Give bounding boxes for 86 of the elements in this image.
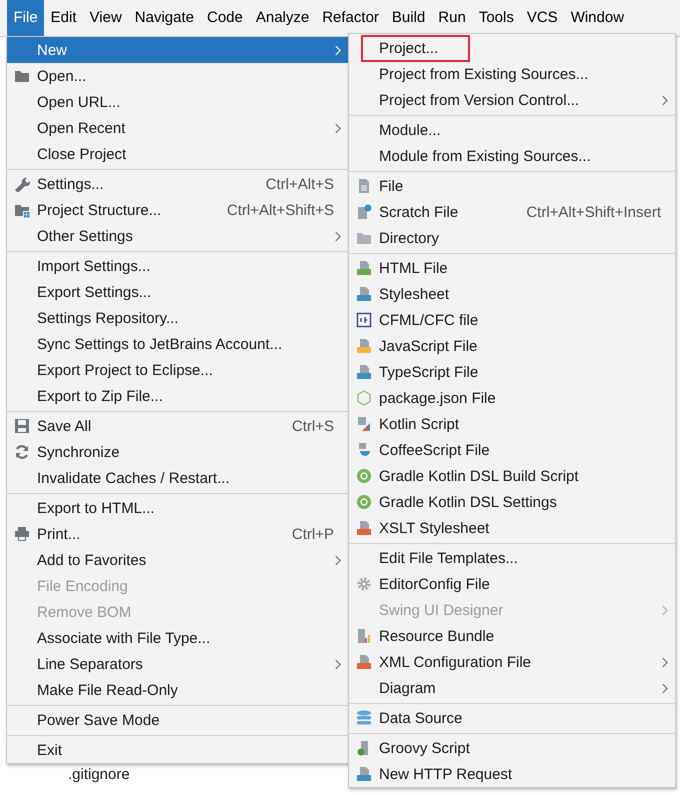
folder-grid-icon — [14, 202, 30, 218]
menu-bar-item[interactable]: Navigate — [128, 0, 200, 36]
menu-item[interactable]: Other Settings — [7, 223, 348, 249]
menu-item[interactable]: Settings Repository... — [7, 305, 348, 331]
bar-chart-file-icon — [356, 628, 372, 644]
file-type-icon — [356, 338, 372, 354]
menu-item[interactable]: Resource Bundle — [349, 623, 675, 649]
menu-item[interactable]: Make File Read-Only — [7, 677, 348, 703]
menu-item[interactable]: Synchronize — [7, 439, 348, 465]
folder-icon — [356, 230, 372, 246]
file-type-icon — [356, 766, 372, 782]
sync-icon — [14, 444, 30, 460]
menu-item[interactable]: New — [7, 37, 348, 63]
file-type-icon — [356, 520, 372, 536]
menu-item[interactable]: Gradle Kotlin DSL Settings — [349, 489, 675, 515]
menu-item[interactable]: New HTTP Request — [349, 761, 675, 787]
menu-item[interactable]: Project from Version Control... — [349, 87, 675, 113]
menu-bar-item[interactable]: Analyze — [249, 0, 316, 36]
menu-item[interactable]: Sync Settings to JetBrains Account... — [7, 331, 348, 357]
menu-item[interactable]: TypeScript File — [349, 359, 675, 385]
menu-item[interactable]: Export to HTML... — [7, 495, 348, 521]
menu-item[interactable]: File — [349, 173, 675, 199]
menu-item[interactable]: Project from Existing Sources... — [349, 61, 675, 87]
scratch-file-icon — [356, 204, 372, 220]
file-type-icon — [356, 260, 372, 276]
menu-item[interactable]: CFML/CFC file — [349, 307, 675, 333]
menu-item[interactable]: Export to Zip File... — [7, 383, 348, 409]
menu-item[interactable]: Export Project to Eclipse... — [7, 357, 348, 383]
menu-bar-item[interactable]: Refactor — [316, 0, 386, 36]
menu-item[interactable]: JavaScript File — [349, 333, 675, 359]
menu-item[interactable]: Line Separators — [7, 651, 348, 677]
menu-item[interactable]: Export Settings... — [7, 279, 348, 305]
menu-item[interactable]: Diagram — [349, 675, 675, 701]
menu-item[interactable]: Project... — [349, 35, 675, 61]
circle-logo-icon — [356, 494, 372, 510]
file-type-icon — [356, 364, 372, 380]
menu-item[interactable]: Data Source — [349, 705, 675, 731]
menu-item[interactable]: Open URL... — [7, 89, 348, 115]
menu-item[interactable]: CoffeeScript File — [349, 437, 675, 463]
menu-item[interactable]: Open... — [7, 63, 348, 89]
hexagon-icon — [356, 390, 372, 406]
circle-logo-icon — [356, 468, 372, 484]
wrench-icon — [14, 176, 30, 192]
menu-item[interactable]: Save All Ctrl+S — [7, 413, 348, 439]
menu-item[interactable]: XSLT Stylesheet — [349, 515, 675, 541]
menu-item[interactable]: Kotlin Script — [349, 411, 675, 437]
menu-item[interactable]: Scratch File Ctrl+Alt+Shift+Insert — [349, 199, 675, 225]
menu-item[interactable]: Print... Ctrl+P — [7, 521, 348, 547]
menu-item[interactable]: Power Save Mode — [7, 707, 348, 733]
menu-item[interactable]: Open Recent — [7, 115, 348, 141]
menu-item[interactable]: Directory — [349, 225, 675, 251]
menu-item[interactable]: Groovy Script — [349, 735, 675, 761]
menu-item[interactable]: Module from Existing Sources... — [349, 143, 675, 169]
menu-bar-item[interactable]: Window — [564, 0, 631, 36]
folder-icon — [14, 68, 30, 84]
file-type-icon — [356, 654, 372, 670]
database-icon — [356, 710, 372, 726]
menu-bar-item[interactable]: Build — [385, 0, 432, 36]
menu-bar-item[interactable]: VCS — [520, 0, 564, 36]
menu-item[interactable]: Settings... Ctrl+Alt+S — [7, 171, 348, 197]
menu-item[interactable]: Invalidate Caches / Restart... — [7, 465, 348, 491]
menu-bar-item[interactable]: File — [7, 0, 44, 36]
menu-item[interactable]: XML Configuration File — [349, 649, 675, 675]
menu-item[interactable]: Stylesheet — [349, 281, 675, 307]
menu-item[interactable]: Associate with File Type... — [7, 625, 348, 651]
menu-bar-item[interactable]: Run — [432, 0, 472, 36]
menu-item[interactable]: HTML File — [349, 255, 675, 281]
menu-item[interactable]: Project Structure... Ctrl+Alt+Shift+S — [7, 197, 348, 223]
tree-file-name: .gitignore — [68, 766, 130, 783]
menu-item[interactable]: Exit — [7, 737, 348, 763]
file-icon — [356, 178, 372, 194]
gear-icon — [356, 576, 372, 592]
menu-item[interactable]: EditorConfig File — [349, 571, 675, 597]
menu-item[interactable]: Close Project — [7, 141, 348, 167]
menu-item[interactable]: Module... — [349, 117, 675, 143]
menu-bar-item[interactable]: Edit — [44, 0, 84, 36]
printer-icon — [14, 526, 30, 542]
menu-item[interactable]: Edit File Templates... — [349, 545, 675, 571]
menu-item[interactable]: package.json File — [349, 385, 675, 411]
menu-item[interactable]: Import Settings... — [7, 253, 348, 279]
menu-bar-item[interactable]: Code — [200, 0, 250, 36]
menu-bar-item[interactable]: Tools — [472, 0, 520, 36]
file-type-icon — [356, 286, 372, 302]
menu-item[interactable]: Gradle Kotlin DSL Build Script — [349, 463, 675, 489]
menu-item[interactable]: Add to Favorites — [7, 547, 348, 573]
menu-bar-item[interactable]: View — [83, 0, 128, 36]
